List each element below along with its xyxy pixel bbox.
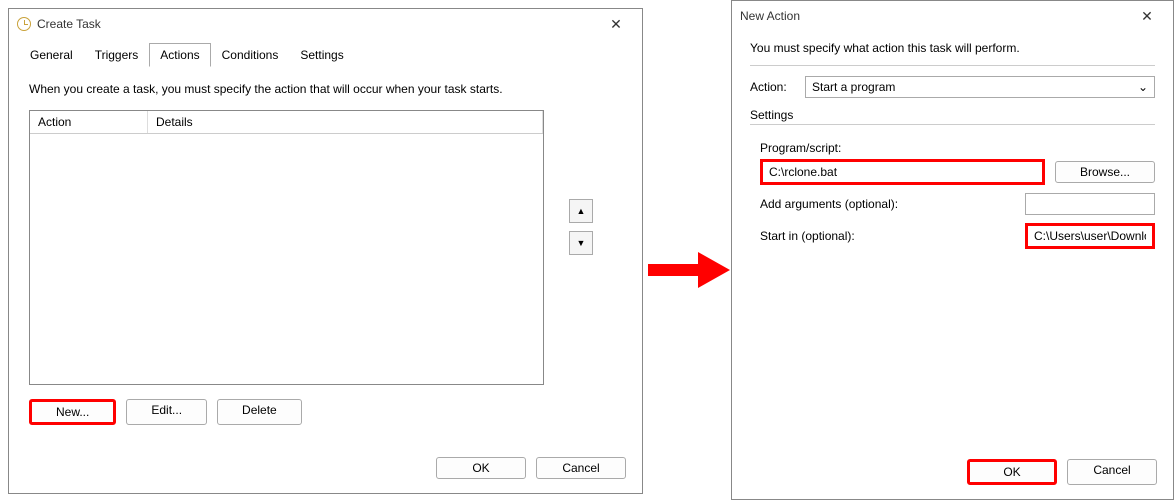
action-select-value: Start a program: [812, 80, 895, 94]
new-button[interactable]: New...: [29, 399, 116, 425]
window-title: New Action: [740, 9, 800, 23]
chevron-down-icon: ⌄: [1138, 80, 1148, 94]
tab-general[interactable]: General: [19, 43, 84, 67]
action-select[interactable]: Start a program ⌄: [805, 76, 1155, 98]
close-icon[interactable]: ✕: [596, 16, 636, 33]
action-label: Action:: [750, 80, 795, 94]
actions-table: Action Details: [29, 110, 544, 385]
tab-triggers[interactable]: Triggers: [84, 43, 150, 67]
program-label: Program/script:: [760, 141, 1155, 155]
arguments-label: Add arguments (optional):: [760, 197, 1015, 211]
cancel-button[interactable]: Cancel: [536, 457, 626, 479]
ok-button[interactable]: OK: [967, 459, 1057, 485]
browse-button[interactable]: Browse...: [1055, 161, 1155, 183]
window-title: Create Task: [37, 17, 101, 31]
startin-label: Start in (optional):: [760, 229, 1015, 243]
titlebar: Create Task ✕: [9, 9, 642, 39]
tab-strip: General Triggers Actions Conditions Sett…: [9, 39, 642, 68]
titlebar: New Action ✕: [732, 1, 1173, 31]
delete-button[interactable]: Delete: [217, 399, 302, 425]
edit-button[interactable]: Edit...: [126, 399, 207, 425]
actions-table-body: [30, 134, 543, 384]
move-down-button[interactable]: ▼: [569, 231, 593, 255]
program-input[interactable]: [760, 159, 1045, 185]
tab-settings[interactable]: Settings: [289, 43, 354, 67]
startin-input[interactable]: [1025, 223, 1155, 249]
column-header-details[interactable]: Details: [148, 111, 543, 133]
cancel-button[interactable]: Cancel: [1067, 459, 1157, 485]
new-action-dialog: New Action ✕ You must specify what actio…: [731, 0, 1174, 500]
settings-group-label: Settings: [750, 108, 1155, 122]
create-task-dialog: Create Task ✕ General Triggers Actions C…: [8, 8, 643, 494]
instruction-text: You must specify what action this task w…: [750, 41, 1155, 55]
close-icon[interactable]: ✕: [1127, 8, 1167, 25]
transition-arrow-icon: [648, 250, 730, 290]
move-up-button[interactable]: ▲: [569, 199, 593, 223]
instruction-text: When you create a task, you must specify…: [29, 82, 622, 96]
ok-button[interactable]: OK: [436, 457, 526, 479]
column-header-action[interactable]: Action: [30, 111, 148, 133]
app-icon: [17, 17, 31, 31]
tab-conditions[interactable]: Conditions: [211, 43, 290, 67]
tab-actions[interactable]: Actions: [149, 43, 210, 67]
arguments-input[interactable]: [1025, 193, 1155, 215]
